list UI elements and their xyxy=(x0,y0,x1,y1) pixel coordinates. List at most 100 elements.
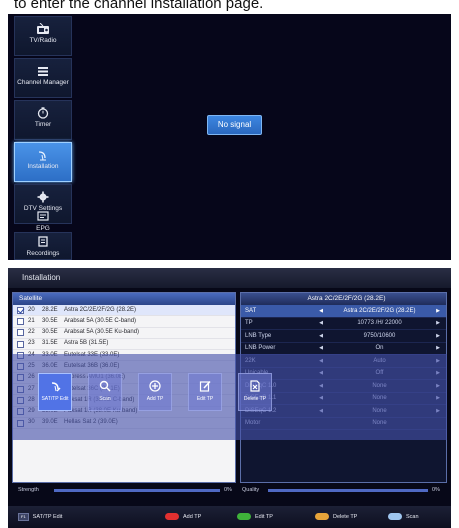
hint-sat-tp-edit[interactable]: F1 SAT/TP Edit xyxy=(18,513,62,521)
satellite-name: Arabsat 5A (30.5E Ku-band) xyxy=(64,329,140,336)
tool-label: Scan xyxy=(99,396,111,402)
tool-label: Delete TP xyxy=(243,396,267,402)
arrow-right-icon[interactable]: ▶ xyxy=(434,305,442,318)
delete-file-icon xyxy=(250,380,260,392)
hint-label: Delete TP xyxy=(333,513,358,520)
blue-key-icon xyxy=(388,513,402,520)
hint-delete-tp[interactable]: Delete TP xyxy=(315,513,357,520)
satellite-row[interactable]: 20 28.2E Astra 2C/2E/2F/2G (28.2E) xyxy=(13,305,235,317)
manual-page: to enter the channel installation page. … xyxy=(0,0,459,528)
parameter-row[interactable]: TP ◀ 10773 /H/ 22000 ▶ xyxy=(241,317,446,330)
satellite-name: Astra 5B (31.5E) xyxy=(64,340,109,347)
caption-text: to enter the channel installation page. xyxy=(14,0,264,12)
parameter-panel-header: Astra 2C/2E/2F/2G (28.2E) xyxy=(241,293,446,305)
menu-item-label: Channel Manager xyxy=(17,79,69,86)
search-icon xyxy=(99,380,111,392)
satellite-row[interactable]: 23 31.5E Astra 5B (31.5E) xyxy=(13,339,235,351)
strength-bar xyxy=(54,489,220,492)
hint-edit-tp[interactable]: Edit TP xyxy=(237,513,273,520)
tool-button[interactable]: Scan xyxy=(88,373,122,411)
satellite-position: 31.5E xyxy=(42,340,58,347)
menu-item-tv-radio[interactable]: TV/Radio xyxy=(14,16,72,56)
menu-item-recordings[interactable]: Recordings xyxy=(14,232,72,260)
satellite-list-header: Satellite xyxy=(13,293,235,305)
parameter-label: SAT xyxy=(245,307,257,314)
list-icon xyxy=(38,67,48,76)
hint-label: Add TP xyxy=(183,513,202,520)
tool-label: Add TP xyxy=(146,396,164,402)
no-signal-label: No signal xyxy=(207,115,262,135)
arrow-left-icon[interactable]: ◀ xyxy=(317,317,325,330)
yellow-key-icon xyxy=(315,513,329,520)
menu-item-label: EPG xyxy=(36,225,50,232)
satellite-number: 21 xyxy=(28,317,35,324)
satellite-position: 30.5E xyxy=(42,329,58,336)
menu-item-epg[interactable]: EPG xyxy=(14,209,72,232)
arrow-left-icon[interactable]: ◀ xyxy=(317,342,325,355)
satellite-name: Astra 2C/2E/2F/2G (28.2E) xyxy=(64,306,137,313)
menu-item-label: Installation xyxy=(27,163,59,170)
checkbox[interactable] xyxy=(17,340,24,348)
f1-key-icon: F1 xyxy=(18,513,29,521)
epg-icon xyxy=(37,211,49,221)
satellite-row[interactable]: 21 30.5E Arabsat 5A (30.5E C-band) xyxy=(13,316,235,328)
tool-button[interactable]: SAT/TP Edit xyxy=(38,373,72,411)
parameter-row[interactable]: SAT ◀ Astra 2C/2E/2F/2G (28.2E) ▶ xyxy=(241,305,446,318)
parameter-row[interactable]: LNB Type ◀ 9750/10600 ▶ xyxy=(241,330,446,343)
satellite-name: Arabsat 5A (30.5E C-band) xyxy=(64,317,137,324)
hint-scan[interactable]: Scan xyxy=(388,513,419,520)
main-menu: TV/Radio Channel Manager Timer Installat… xyxy=(14,14,72,260)
strength-label: Strength xyxy=(18,487,39,493)
tool-button[interactable]: Edit TP xyxy=(188,373,222,411)
satellite-dish-icon xyxy=(38,151,46,161)
menu-item-label: Timer xyxy=(34,121,52,128)
satellite-number: 23 xyxy=(28,340,35,347)
arrow-right-icon[interactable]: ▶ xyxy=(434,330,442,343)
satellite-position: 28.2E xyxy=(42,306,58,313)
quality-label: Quality xyxy=(242,487,260,493)
tool-button[interactable]: Add TP xyxy=(138,373,172,411)
parameter-value: Astra 2C/2E/2F/2G (28.2E) xyxy=(343,307,416,314)
tool-button[interactable]: Delete TP xyxy=(238,373,272,411)
signal-meters: Strength 0% Quality 0% xyxy=(12,486,447,496)
checkbox[interactable] xyxy=(17,329,24,337)
quality-bar xyxy=(268,489,428,492)
main-menu-screen: TV/Radio Channel Manager Timer Installat… xyxy=(8,14,451,260)
parameter-label: LNB Power xyxy=(245,345,276,351)
hint-add-tp[interactable]: Add TP xyxy=(165,513,201,520)
menu-item-timer[interactable]: Timer xyxy=(14,100,72,140)
tool-label: SAT/TP Edit xyxy=(41,396,69,402)
menu-item-installation[interactable]: Installation xyxy=(14,142,72,182)
timer-icon xyxy=(37,107,49,119)
parameter-label: TP xyxy=(245,320,253,326)
checkbox[interactable] xyxy=(17,317,24,325)
page-title: Installation xyxy=(8,268,451,288)
arrow-left-icon[interactable]: ◀ xyxy=(317,330,325,343)
tv-radio-icon xyxy=(37,23,49,34)
hint-label: Scan xyxy=(406,513,419,520)
satellite-row[interactable]: 22 30.5E Arabsat 5A (30.5E Ku-band) xyxy=(13,328,235,339)
bottom-hint-bar: F1 SAT/TP Edit Add TP Edit TP Delete TP … xyxy=(8,506,451,528)
gear-icon xyxy=(37,191,49,203)
arrow-right-icon[interactable]: ▶ xyxy=(434,342,442,355)
edit-icon xyxy=(199,380,211,392)
parameter-value: 10773 /H/ 22000 xyxy=(357,320,402,326)
satellite-number: 20 xyxy=(28,306,35,313)
add-circle-icon xyxy=(149,380,161,392)
arrow-right-icon[interactable]: ▶ xyxy=(434,317,442,330)
arrow-left-icon[interactable]: ◀ xyxy=(317,305,325,318)
strength-value: 0% xyxy=(224,487,232,493)
checkbox[interactable] xyxy=(17,306,24,314)
tools-popup: SAT/TP Edit Scan Add TP Edit TP Delete TP xyxy=(12,354,447,440)
menu-item-label: Recordings xyxy=(26,250,60,257)
parameter-value: On xyxy=(375,345,384,351)
menu-item-channel-manager[interactable]: Channel Manager xyxy=(14,58,72,98)
parameter-label: LNB Type xyxy=(245,332,272,339)
quality-value: 0% xyxy=(432,487,440,493)
satellite-edit-icon xyxy=(51,382,61,392)
parameter-value: 9750/10600 xyxy=(363,332,396,339)
green-key-icon xyxy=(237,513,251,520)
hint-label: SAT/TP Edit xyxy=(32,514,63,520)
menu-item-label: TV/Radio xyxy=(29,37,57,44)
installation-screen: Installation Satellite 20 28.2E Astra 2C/2… xyxy=(8,268,451,528)
